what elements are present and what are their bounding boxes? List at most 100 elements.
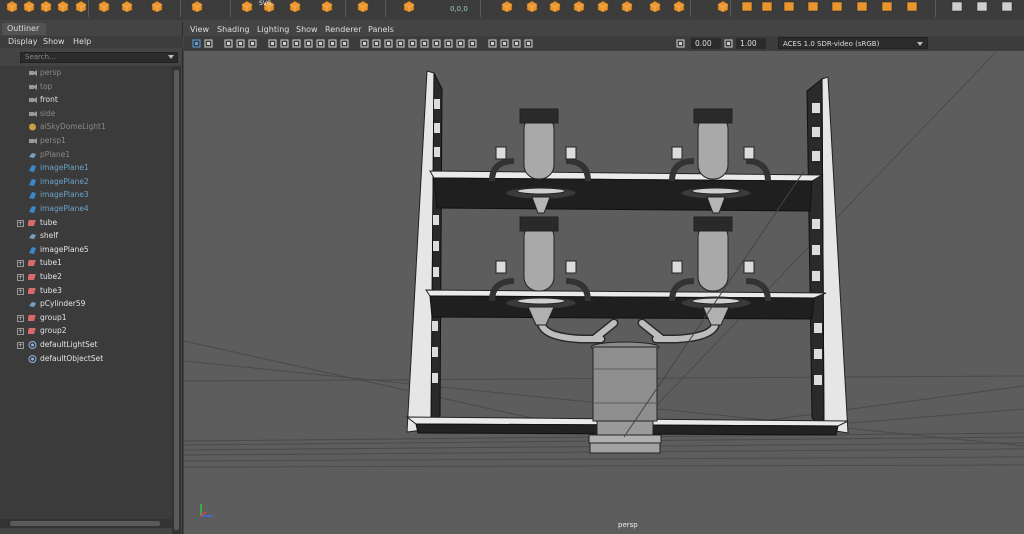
- shelf-tool-icon[interactable]: [880, 0, 894, 13]
- expand-icon[interactable]: +: [17, 274, 24, 281]
- camera-icon[interactable]: [500, 0, 514, 13]
- smooth-icon[interactable]: [288, 0, 302, 13]
- outliner-item-tube1[interactable]: + tube1: [0, 257, 172, 270]
- smooth-shade-icon[interactable]: [372, 39, 381, 48]
- scroll-thumb[interactable]: [174, 70, 179, 530]
- shelf-tool-icon[interactable]: [975, 0, 989, 13]
- torus-icon[interactable]: [74, 0, 88, 13]
- viewport-menu-panels[interactable]: Panels: [368, 25, 394, 34]
- isolate-select-icon[interactable]: [488, 39, 497, 48]
- shelf-tool-icon[interactable]: [905, 0, 919, 13]
- cube-icon[interactable]: [22, 0, 36, 13]
- shelf-tool-icon[interactable]: [855, 0, 869, 13]
- expand-icon[interactable]: +: [17, 342, 24, 349]
- shelf-tool-icon[interactable]: [740, 0, 754, 13]
- viewport-menu-show[interactable]: Show: [296, 25, 318, 34]
- pipe-icon[interactable]: [150, 0, 164, 13]
- outliner-item-defaultlightset[interactable]: + defaultLightSet: [0, 339, 172, 352]
- backface-icon[interactable]: [524, 39, 533, 48]
- extrude-icon[interactable]: [548, 0, 562, 13]
- viewport-menu-renderer[interactable]: Renderer: [325, 25, 362, 34]
- shelf-tool-icon[interactable]: [830, 0, 844, 13]
- bridge-icon[interactable]: [572, 0, 586, 13]
- outliner-item-tube3[interactable]: + tube3: [0, 285, 172, 298]
- image-plane-toggle-icon[interactable]: [248, 39, 257, 48]
- shelf-tool-icon[interactable]: [806, 0, 820, 13]
- bookmark-icon[interactable]: [236, 39, 245, 48]
- shadows-icon[interactable]: [420, 39, 429, 48]
- viewport-menu-lighting[interactable]: Lighting: [257, 25, 289, 34]
- shelf-tool-icon[interactable]: [950, 0, 964, 13]
- camera-attributes-icon[interactable]: [224, 39, 233, 48]
- xray-joints-icon[interactable]: [512, 39, 521, 48]
- outliner-item-imageplane4[interactable]: imagePlane4: [0, 203, 172, 216]
- outliner-item-side[interactable]: side: [0, 108, 172, 121]
- outliner-search-input[interactable]: Search...: [20, 52, 178, 63]
- outliner-item-imageplane2[interactable]: imagePlane2: [0, 176, 172, 189]
- outliner-item-persp1[interactable]: persp1: [0, 135, 172, 148]
- motion-blur-icon[interactable]: [444, 39, 453, 48]
- gamma-field[interactable]: 1.00: [736, 38, 766, 49]
- film-gate-icon[interactable]: [280, 39, 289, 48]
- outliner-item-group1[interactable]: + group1: [0, 312, 172, 325]
- expand-icon[interactable]: +: [17, 328, 24, 336]
- outliner-horizontal-scrollbar[interactable]: [0, 519, 172, 528]
- disc-icon[interactable]: [120, 0, 134, 13]
- textured-icon[interactable]: [396, 39, 405, 48]
- lock-camera-icon[interactable]: [204, 39, 213, 48]
- snap-icon[interactable]: [402, 0, 416, 13]
- perspective-viewport[interactable]: persp: [184, 51, 1024, 534]
- gate-mask-icon[interactable]: [304, 39, 313, 48]
- expand-icon[interactable]: +: [17, 260, 24, 268]
- outliner-menu-show[interactable]: Show: [43, 37, 65, 46]
- outliner-item-group2[interactable]: + group2: [0, 325, 172, 338]
- safe-action-icon[interactable]: [328, 39, 337, 48]
- depth-of-field-icon[interactable]: [468, 39, 477, 48]
- exposure-icon[interactable]: [676, 39, 685, 48]
- xray-icon[interactable]: [500, 39, 509, 48]
- cone-icon[interactable]: [56, 0, 70, 13]
- search-dropdown-arrow-icon[interactable]: [168, 55, 174, 59]
- outliner-item-pcylinder59[interactable]: pCylinder59: [0, 298, 172, 311]
- plane-icon[interactable]: [97, 0, 111, 13]
- pen-icon[interactable]: [716, 0, 730, 13]
- outliner-item-front[interactable]: front: [0, 94, 172, 107]
- outliner-item-persp[interactable]: persp: [0, 67, 172, 80]
- viewport-menu-shading[interactable]: Shading: [217, 25, 250, 34]
- outliner-menu-display[interactable]: Display: [8, 37, 38, 46]
- shelf-tool-icon[interactable]: [782, 0, 796, 13]
- antialiasing-icon[interactable]: [456, 39, 465, 48]
- outliner-item-defaultobjectset[interactable]: defaultObjectSet: [0, 353, 172, 366]
- expand-icon[interactable]: +: [17, 219, 24, 227]
- shelf-tool-icon[interactable]: [760, 0, 774, 13]
- gamma-icon[interactable]: [724, 39, 733, 48]
- resolution-gate-icon[interactable]: [292, 39, 301, 48]
- outliner-item-top[interactable]: top: [0, 81, 172, 94]
- scroll-thumb[interactable]: [10, 521, 160, 526]
- outliner-item-tube2[interactable]: + tube2: [0, 271, 172, 284]
- expand-icon[interactable]: +: [17, 287, 24, 295]
- outliner-item-imageplane1[interactable]: imagePlane1: [0, 162, 172, 175]
- separate-icon[interactable]: [356, 0, 370, 13]
- outliner-item-pplane1[interactable]: pPlane1: [0, 149, 172, 162]
- outliner-item-aiskydomelight1[interactable]: aiSkyDomeLight1: [0, 121, 172, 134]
- outliner-item-imageplane3[interactable]: imagePlane3: [0, 189, 172, 202]
- use-lights-icon[interactable]: [408, 39, 417, 48]
- helix-icon[interactable]: [190, 0, 204, 13]
- combine-icon[interactable]: [320, 0, 334, 13]
- fill-hole-icon[interactable]: [596, 0, 610, 13]
- color-space-dropdown[interactable]: ACES 1.0 SDR-video (sRGB): [778, 37, 928, 49]
- shelf-tool-icon[interactable]: [1000, 0, 1014, 13]
- grid-icon[interactable]: [268, 39, 277, 48]
- bevel-icon[interactable]: [525, 0, 539, 13]
- soccer-ball-icon[interactable]: [240, 0, 254, 13]
- outliner-vertical-scrollbar[interactable]: [172, 66, 181, 534]
- outliner-item-tube[interactable]: + tube: [0, 217, 172, 230]
- exposure-field[interactable]: 0.00: [691, 38, 721, 49]
- safe-title-icon[interactable]: [340, 39, 349, 48]
- sphere-icon[interactable]: [5, 0, 19, 13]
- expand-icon[interactable]: +: [17, 314, 24, 322]
- outliner-tab[interactable]: Outliner: [2, 23, 46, 35]
- merge-icon[interactable]: [648, 0, 662, 13]
- multi-cut-icon[interactable]: [620, 0, 634, 13]
